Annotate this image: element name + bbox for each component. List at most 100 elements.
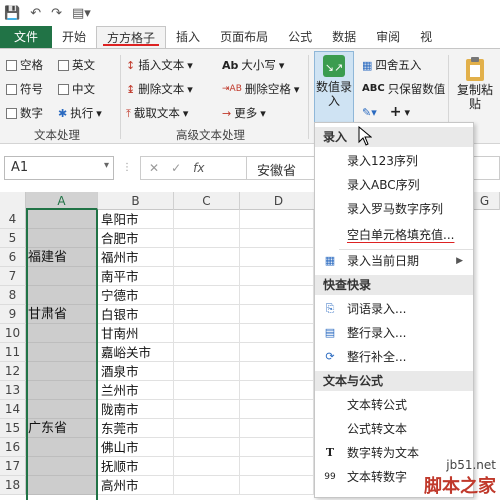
- select-all-corner[interactable]: [0, 192, 26, 210]
- row-header[interactable]: 11: [0, 343, 26, 362]
- cell-d[interactable]: [240, 438, 314, 457]
- row-header[interactable]: 15: [0, 419, 26, 438]
- checkbox-space[interactable]: 空格: [6, 57, 43, 73]
- cell-d[interactable]: [240, 305, 314, 324]
- cell-b[interactable]: 酒泉市: [98, 362, 174, 381]
- tab-formulas[interactable]: 公式: [278, 26, 322, 48]
- tab-page-layout[interactable]: 页面布局: [210, 26, 278, 48]
- cell-a[interactable]: [26, 286, 98, 305]
- cell-d[interactable]: [240, 210, 314, 229]
- menu-item-roman-sequence[interactable]: 录入罗马数字序列: [315, 197, 473, 221]
- cell-d[interactable]: [240, 381, 314, 400]
- cell-a[interactable]: [26, 438, 98, 457]
- cell-c[interactable]: [174, 229, 240, 248]
- cell-c[interactable]: [174, 210, 240, 229]
- cell-a[interactable]: [26, 400, 98, 419]
- redo-icon[interactable]: ↷: [51, 6, 62, 21]
- cell-b[interactable]: 佛山市: [98, 438, 174, 457]
- cell-c[interactable]: [174, 248, 240, 267]
- cell-c[interactable]: [174, 476, 240, 495]
- cell-d[interactable]: [240, 324, 314, 343]
- column-header-c[interactable]: C: [174, 192, 240, 210]
- cell-b[interactable]: 陇南市: [98, 400, 174, 419]
- cell-c[interactable]: [174, 457, 240, 476]
- cell-b[interactable]: 南平市: [98, 267, 174, 286]
- row-header[interactable]: 7: [0, 267, 26, 286]
- row-header[interactable]: 13: [0, 381, 26, 400]
- tab-insert[interactable]: 插入: [166, 26, 210, 48]
- row-header[interactable]: 14: [0, 400, 26, 419]
- cell-d[interactable]: [240, 419, 314, 438]
- cell-c[interactable]: [174, 419, 240, 438]
- menu-item-text-to-formula[interactable]: 文本转公式: [315, 393, 473, 417]
- cell-d[interactable]: [240, 343, 314, 362]
- cell-d[interactable]: [240, 248, 314, 267]
- cell-b[interactable]: 兰州市: [98, 381, 174, 400]
- cell-c[interactable]: [174, 400, 240, 419]
- menu-item-word-entry[interactable]: ⎘ 词语录入...: [315, 297, 473, 321]
- menu-item-123-sequence[interactable]: 录入123序列: [315, 149, 473, 173]
- menu-item-abc-sequence[interactable]: 录入ABC序列: [315, 173, 473, 197]
- cell-d[interactable]: [240, 229, 314, 248]
- cell-c[interactable]: [174, 286, 240, 305]
- menu-item-fill-blank-cells[interactable]: 空白单元格填充值...: [315, 223, 473, 247]
- cell-b[interactable]: 白银市: [98, 305, 174, 324]
- checkbox-chinese[interactable]: 中文: [58, 81, 95, 97]
- tab-view[interactable]: 视: [410, 26, 442, 48]
- cell-a[interactable]: [26, 343, 98, 362]
- row-header[interactable]: 5: [0, 229, 26, 248]
- cell-b[interactable]: 嘉峪关市: [98, 343, 174, 362]
- cancel-icon[interactable]: ✕: [149, 161, 159, 175]
- cell-d[interactable]: [240, 457, 314, 476]
- extract-text-button[interactable]: ⤒ 截取文本 ▾: [126, 105, 188, 121]
- cell-a[interactable]: [26, 267, 98, 286]
- cell-a[interactable]: [26, 476, 98, 495]
- cell-d[interactable]: [240, 286, 314, 305]
- cell-a[interactable]: [26, 324, 98, 343]
- checkbox-symbol[interactable]: 符号: [6, 81, 43, 97]
- tab-data[interactable]: 数据: [322, 26, 366, 48]
- cell-c[interactable]: [174, 362, 240, 381]
- delete-text-button[interactable]: ↨ 删除文本 ▾: [126, 81, 193, 97]
- round-button[interactable]: ▦ 四舍五入: [362, 57, 421, 73]
- cell-c[interactable]: [174, 381, 240, 400]
- keep-value-button[interactable]: ABC 只保留数值: [362, 81, 445, 97]
- row-header[interactable]: 18: [0, 476, 26, 495]
- cell-b[interactable]: 福州市: [98, 248, 174, 267]
- cell-d[interactable]: [240, 476, 314, 495]
- cell-d[interactable]: [240, 400, 314, 419]
- row-header[interactable]: 4: [0, 210, 26, 229]
- plus-icon[interactable]: +: [390, 105, 402, 119]
- tab-home[interactable]: 开始: [52, 26, 96, 48]
- cell-c[interactable]: [174, 324, 240, 343]
- edit-icon[interactable]: ✎▾: [362, 107, 377, 118]
- cell-a[interactable]: [26, 210, 98, 229]
- more-button[interactable]: → 更多 ▾: [222, 105, 266, 121]
- menu-item-current-date[interactable]: ▦ 录入当前日期 ▶: [315, 249, 473, 273]
- copy-paste-button[interactable]: 复制粘 贴: [452, 55, 498, 125]
- column-header-d[interactable]: D: [240, 192, 318, 210]
- delete-space-button[interactable]: ⇥AB 删除空格 ▾: [222, 81, 299, 97]
- cell-a[interactable]: [26, 229, 98, 248]
- tab-fangfanggezi[interactable]: 方方格子: [96, 26, 167, 48]
- row-header[interactable]: 10: [0, 324, 26, 343]
- cell-a[interactable]: [26, 362, 98, 381]
- fx-icon[interactable]: fx: [193, 161, 204, 175]
- cell-c[interactable]: [174, 438, 240, 457]
- chevron-down-icon[interactable]: ▾: [404, 107, 410, 118]
- column-header-g[interactable]: G: [470, 192, 500, 210]
- value-entry-button[interactable]: ↘↗ 数值录 入: [314, 51, 354, 123]
- menu-item-row-complete[interactable]: ⟳ 整行补全...: [315, 345, 473, 369]
- cell-b[interactable]: 抚顺市: [98, 457, 174, 476]
- cell-b[interactable]: 合肥市: [98, 229, 174, 248]
- row-header[interactable]: 16: [0, 438, 26, 457]
- undo-icon[interactable]: ↶: [30, 6, 41, 21]
- customize-icon[interactable]: ▤▾: [72, 6, 91, 21]
- cell-c[interactable]: [174, 267, 240, 286]
- cell-b[interactable]: 甘南州: [98, 324, 174, 343]
- confirm-icon[interactable]: ✓: [171, 161, 181, 175]
- cell-b[interactable]: 宁德市: [98, 286, 174, 305]
- row-header[interactable]: 8: [0, 286, 26, 305]
- cell-c[interactable]: [174, 305, 240, 324]
- cell-b[interactable]: 高州市: [98, 476, 174, 495]
